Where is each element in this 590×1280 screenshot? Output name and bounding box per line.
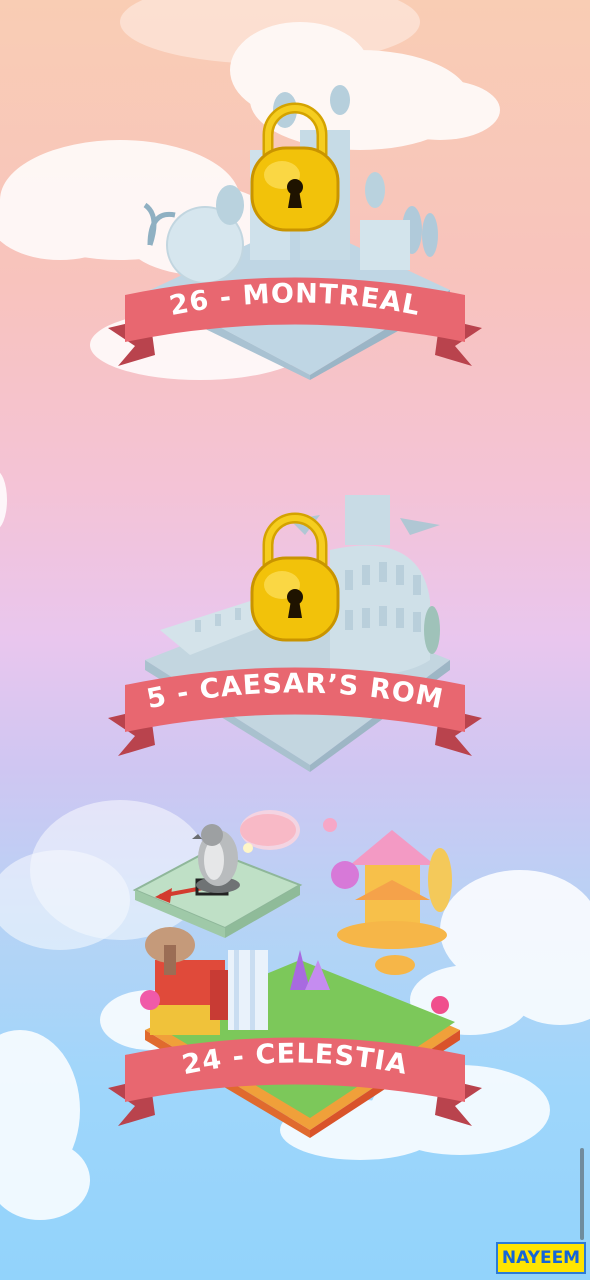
- board-label: 25 - CAESAR’S ROME: [0, 490, 445, 715]
- rome-banner: 25 - CAESAR’S ROME: [0, 490, 482, 756]
- board-montreal[interactable]: 26 - MONTREAL: [0, 80, 590, 380]
- montreal-banner: 26 - MONTREAL: [108, 277, 482, 366]
- celestia-banner: 24 - CELESTIA: [108, 1037, 482, 1126]
- watermark-badge: NAYEEM: [496, 1242, 586, 1274]
- board-caesars-rome[interactable]: 25 - CAESAR’S ROME: [0, 490, 590, 780]
- scrollbar[interactable]: [580, 1148, 584, 1240]
- board-celestia[interactable]: 24 - CELESTIA: [0, 800, 590, 1140]
- svg-text:25 - CAESAR’S ROME: 25 - CAESAR’S ROME: [0, 490, 446, 715]
